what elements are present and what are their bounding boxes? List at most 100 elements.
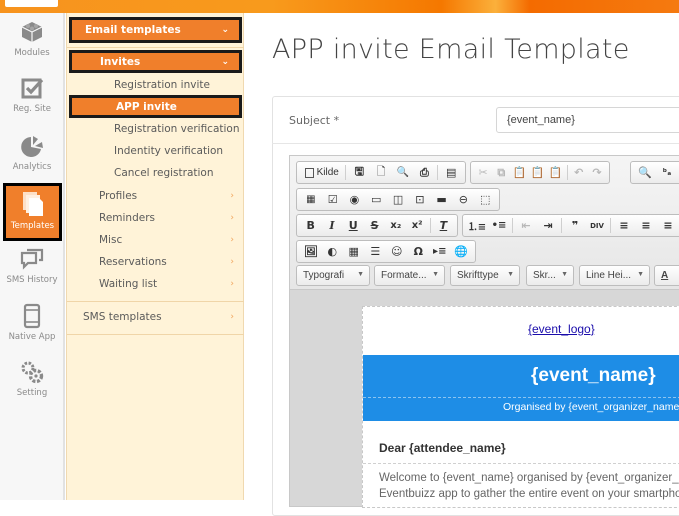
textarea-icon[interactable]: ◫ [387,190,409,210]
rail-label: Modules [14,48,50,58]
menu-registration-invite[interactable]: Registration invite [67,74,244,96]
blockquote-icon[interactable]: ❞ [564,216,586,236]
source-button[interactable]: Kilde [300,163,343,183]
insert-group: 🖼 ◐ ▦ ☰ ☺ Ω ▸≡ 🌐 [296,240,476,263]
copy-icon[interactable]: ⧉ [492,163,510,183]
email-banner: {event_name} Organised by {event_organiz… [363,355,679,421]
align-right-icon[interactable]: ≡ [657,216,679,236]
paste-word-icon[interactable]: 📋 [547,163,565,183]
smiley-icon[interactable]: ☺ [386,242,408,262]
paste-text-icon[interactable]: 📋 [529,163,547,183]
form-icon[interactable]: ▦ [300,190,322,210]
redo-icon[interactable]: ↷ [588,163,606,183]
rail-item-modules[interactable]: Modules [0,19,64,75]
menu-registration-verification[interactable]: Registration verification [67,118,244,140]
rail-item-sms-history[interactable]: SMS History [0,246,64,302]
menu-label: Cancel registration [114,167,214,179]
chevron-right-icon: › [230,257,234,267]
pie-chart-icon [21,136,43,157]
save-icon[interactable]: 🖫 [348,163,370,183]
font-size-combo[interactable]: Skr... ▼ [526,265,574,286]
styles-combo[interactable]: Typografi ▼ [296,265,370,286]
underline-icon[interactable]: U [343,216,364,236]
indent-icon[interactable]: ⇥ [537,216,559,236]
text-color-icon: A [661,270,669,281]
menu-email-templates[interactable]: Email templates ⌄ [69,17,242,43]
flash-icon[interactable]: ◐ [322,242,344,262]
modules-icon [21,22,43,42]
banner-organiser: Organised by {event_organizer_name} [363,397,679,413]
logo[interactable] [5,0,58,7]
menu-identity-verification[interactable]: Indentity verification [67,140,244,162]
format-combo[interactable]: Formate... ▼ [374,265,445,286]
menu-reservations[interactable]: Reservations › [67,251,244,273]
new-page-icon[interactable]: 🗋 [370,163,392,183]
radio-icon[interactable]: ◉ [344,190,366,210]
menu-invites[interactable]: Invites ⌄ [69,50,242,73]
menu-waiting-list[interactable]: Waiting list › [67,273,244,295]
outdent-icon[interactable]: ⇤ [515,216,537,236]
menu-sms-templates[interactable]: SMS templates › [67,306,244,328]
bold-icon[interactable]: B [300,216,321,236]
document-group: Kilde 🖫 🗋 🔍 ⎙ ▤ [296,161,466,184]
paste-icon[interactable]: 📋 [510,163,528,183]
hidden-field-icon[interactable]: ⬚ [474,190,496,210]
page-title: APP invite Email Template [272,34,630,65]
superscript-icon[interactable]: x² [406,216,427,236]
body-line: Welcome to {event_name} organised by {ev… [379,472,679,484]
page-break-icon[interactable]: ▸≡ [429,242,451,262]
rail-item-native-app[interactable]: Native App [0,303,64,359]
special-char-icon[interactable]: Ω [408,242,430,262]
subscript-icon[interactable]: x₂ [385,216,406,236]
checkbox-field-icon[interactable]: ☑ [322,190,344,210]
textfield-icon[interactable]: ▭ [365,190,387,210]
remove-format-icon[interactable]: T [433,216,454,236]
template-submenu: Email templates ⌄ Invites ⌄ Registration… [66,13,244,500]
menu-app-invite[interactable]: APP invite [69,95,242,118]
bullet-list-icon[interactable]: •≡ [488,216,510,236]
menu-reminders[interactable]: Reminders › [67,207,244,229]
event-logo-link[interactable]: {event_logo} [363,322,679,336]
align-left-icon[interactable]: ≡ [613,216,635,236]
numbered-list-icon[interactable]: ⒈≡ [466,216,488,236]
preview-icon[interactable]: 🔍 [392,163,414,183]
chevron-right-icon: › [230,279,234,289]
image-icon[interactable]: 🖼 [300,242,322,262]
iframe-icon[interactable]: 🌐 [451,242,473,262]
italic-icon[interactable]: I [321,216,342,236]
combo-label: Formate... [381,270,427,281]
source-icon [304,167,314,178]
find-group: 🔍 ᵇₐ [630,161,679,184]
image-button-icon[interactable]: ⊖ [452,190,474,210]
rail-item-analytics[interactable]: Analytics [0,133,64,189]
button-field-icon[interactable]: ▬ [431,190,453,210]
chevron-down-icon: ⌄ [221,56,229,67]
text-color-button[interactable]: A▼ [654,265,679,286]
print-icon[interactable]: ⎙ [414,163,436,183]
menu-profiles[interactable]: Profiles › [67,185,244,207]
div-container-icon[interactable]: DIV [586,216,608,236]
rail-item-templates[interactable]: Templates [3,183,62,241]
line-height-combo[interactable]: Line Hei... ▼ [579,265,650,286]
forms-group: ▦ ☑ ◉ ▭ ◫ ⊡ ▬ ⊖ ⬚ [296,188,500,211]
rail-item-setting[interactable]: Setting [0,359,64,415]
horizontal-line-icon[interactable]: ☰ [365,242,387,262]
cut-icon[interactable]: ✂ [474,163,492,183]
table-icon[interactable]: ▦ [343,242,365,262]
replace-icon[interactable]: ᵇₐ [656,163,678,183]
menu-misc[interactable]: Misc › [67,229,244,251]
find-icon[interactable]: 🔍 [634,163,656,183]
caret-down-icon: ▼ [432,271,439,278]
email-content-area[interactable]: {event_logo} {event_name} Organised by {… [362,306,679,508]
rail-item-reg-site[interactable]: Reg. Site [0,75,64,131]
menu-cancel-registration[interactable]: Cancel registration [67,162,244,184]
font-combo[interactable]: Skrifttype ▼ [450,265,520,286]
menu-label: Indentity verification [114,145,224,157]
source-label: Kilde [316,167,339,178]
align-center-icon[interactable]: ≡ [635,216,657,236]
subject-input[interactable] [496,107,679,133]
strike-icon[interactable]: S [364,216,385,236]
undo-icon[interactable]: ↶ [570,163,588,183]
templates-icon[interactable]: ▤ [440,163,462,183]
select-icon[interactable]: ⊡ [409,190,431,210]
